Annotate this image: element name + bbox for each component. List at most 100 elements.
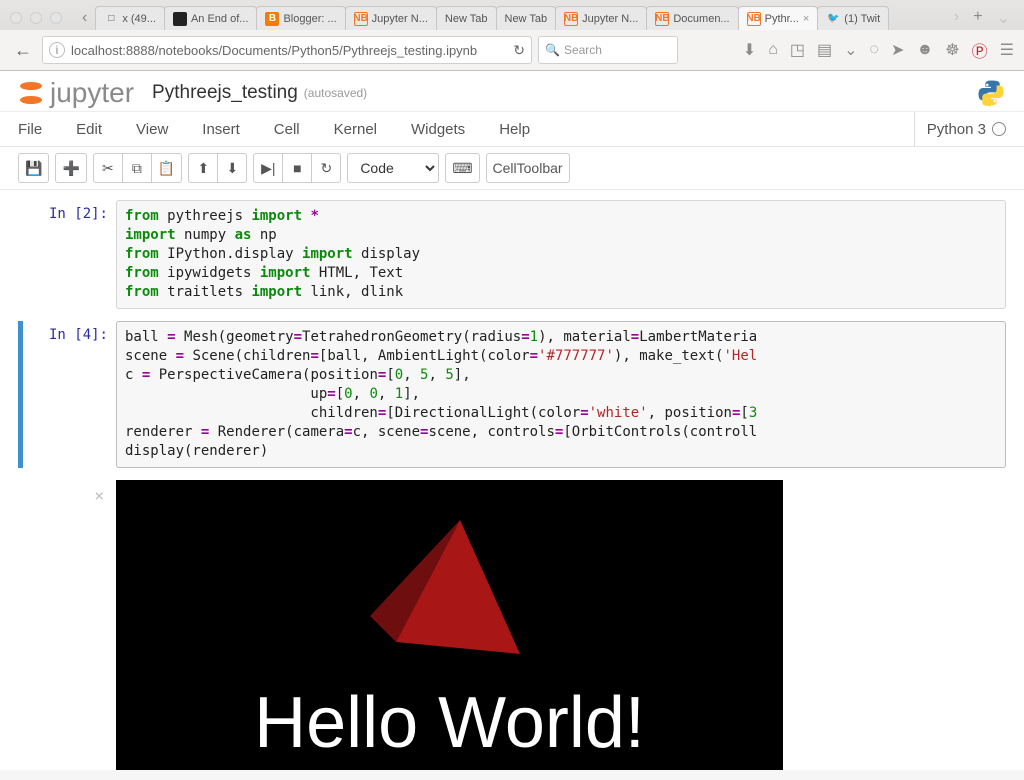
kernel-indicator[interactable]: Python 3 xyxy=(914,112,1006,146)
tab-overflow-icon[interactable]: ⌄ xyxy=(993,8,1014,28)
insert-cell-button[interactable]: ➕ xyxy=(55,153,86,183)
twitter-favicon-icon: 🐦 xyxy=(826,12,840,26)
move-down-button[interactable]: ⬇ xyxy=(217,153,247,183)
menu-help[interactable]: Help xyxy=(499,121,530,138)
tab-label: An End of... xyxy=(191,13,248,25)
back-button[interactable]: ← xyxy=(10,38,36,63)
tetrahedron-icon xyxy=(350,514,550,684)
run-button[interactable]: ▶| xyxy=(253,153,283,183)
chevron-right-icon[interactable]: › xyxy=(950,8,963,28)
jupyter-favicon-icon: NB xyxy=(564,12,578,26)
code-input[interactable]: ball = Mesh(geometry=TetrahedronGeometry… xyxy=(116,321,1006,468)
command-palette-button[interactable]: ⌨ xyxy=(445,153,479,183)
browser-tab[interactable]: 🐦 (1) Twit xyxy=(817,6,889,30)
jupyter-favicon-icon: NB xyxy=(354,12,368,26)
save-status: (autosaved) xyxy=(304,86,367,100)
browser-tab[interactable]: New Tab xyxy=(496,6,557,30)
copy-button[interactable]: ⧉ xyxy=(122,153,152,183)
window-traffic-lights[interactable] xyxy=(10,12,62,24)
notebook-title[interactable]: Pythreejs_testing xyxy=(152,82,298,104)
smiley-icon[interactable]: ☻ xyxy=(916,41,933,59)
code-cell[interactable]: In [4]:ball = Mesh(geometry=TetrahedronG… xyxy=(18,321,1006,468)
code-cell[interactable]: In [2]:from pythreejs import * import nu… xyxy=(18,200,1006,309)
new-tab-button[interactable]: + xyxy=(969,8,986,28)
tab-label: New Tab xyxy=(445,13,488,25)
save-button[interactable]: 💾 xyxy=(18,153,49,183)
jupyter-logo-icon xyxy=(18,80,44,106)
cell-prompt: In [4]: xyxy=(18,321,116,468)
menu-view[interactable]: View xyxy=(136,121,168,138)
browser-tab[interactable]: B Blogger: ... xyxy=(256,6,345,30)
search-placeholder: Search xyxy=(564,43,602,57)
menu-edit[interactable]: Edit xyxy=(76,121,102,138)
cell-toolbar-button[interactable]: CellToolbar xyxy=(486,153,570,183)
globe-icon[interactable]: ☸ xyxy=(945,40,959,60)
output-text: Hello World! xyxy=(116,682,783,764)
menu-insert[interactable]: Insert xyxy=(202,121,240,138)
browser-tab[interactable]: NB Jupyter N... xyxy=(345,6,437,30)
code-input[interactable]: from pythreejs import * import numpy as … xyxy=(116,200,1006,309)
tab-label: New Tab xyxy=(505,13,548,25)
browser-tab[interactable]: □ x (49... xyxy=(95,6,165,30)
menu-kernel[interactable]: Kernel xyxy=(334,121,377,138)
tab-label: (1) Twit xyxy=(844,13,880,25)
browser-tab[interactable]: NB Jupyter N... xyxy=(555,6,647,30)
tab-label: Jupyter N... xyxy=(582,13,638,25)
browser-tab[interactable]: An End of... xyxy=(164,6,257,30)
jupyter-page: jupyter Pythreejs_testing (autosaved) Fi… xyxy=(0,71,1024,770)
tab-label: Jupyter N... xyxy=(372,13,428,25)
site-info-icon[interactable]: i xyxy=(49,42,65,58)
threejs-canvas[interactable]: Hello World! xyxy=(116,480,783,770)
jupyter-favicon-icon: NB xyxy=(747,12,761,26)
restart-button[interactable]: ↻ xyxy=(311,153,341,183)
menu-widgets[interactable]: Widgets xyxy=(411,121,465,138)
browser-toolbar-icons: ⬇ ⌂ ◳ ▤ ⌄ ◌ ➤ ☻ ☸ Ⓟ ☰ xyxy=(743,38,1014,62)
browser-tabs: □ x (49... An End of... B Blogger: ... NB Jupy… xyxy=(95,6,950,30)
menu-file[interactable]: File xyxy=(18,121,42,138)
cut-button[interactable]: ✂ xyxy=(93,153,123,183)
jupyter-header: jupyter Pythreejs_testing (autosaved) xyxy=(0,71,1024,111)
browser-tab[interactable]: New Tab xyxy=(436,6,497,30)
kernel-name: Python 3 xyxy=(927,121,986,138)
pinterest-icon[interactable]: Ⓟ xyxy=(972,38,988,62)
close-output-icon[interactable]: × xyxy=(18,486,108,505)
stop-button[interactable]: ■ xyxy=(282,153,312,183)
jupyter-logo[interactable]: jupyter xyxy=(18,77,134,109)
move-up-button[interactable]: ⬆ xyxy=(188,153,218,183)
jupyter-menubar: FileEditViewInsertCellKernelWidgetsHelp … xyxy=(0,111,1024,147)
reader-icon[interactable]: ▤ xyxy=(817,40,832,60)
reload-icon[interactable]: ↻ xyxy=(513,42,525,59)
jupyter-favicon-icon: NB xyxy=(655,12,669,26)
tab-label: Pythr... xyxy=(765,13,799,25)
notebook-area: In [2]:from pythreejs import * import nu… xyxy=(0,190,1024,770)
python-logo-icon xyxy=(976,78,1006,108)
cell-output: × Hello World! xyxy=(18,480,1006,770)
search-icon: 🔍 xyxy=(545,43,560,57)
menu-icon[interactable]: ☰ xyxy=(1000,40,1014,60)
favicon-icon: □ xyxy=(104,12,118,26)
pocket-icon[interactable]: ⌄ xyxy=(844,40,857,60)
cell-prompt: In [2]: xyxy=(18,200,116,309)
browser-search-input[interactable]: 🔍 Search xyxy=(538,36,678,64)
home-icon[interactable]: ⌂ xyxy=(768,41,778,59)
send-icon[interactable]: ➤ xyxy=(891,40,904,60)
favicon-icon xyxy=(173,12,187,26)
shield-icon[interactable]: ◌ xyxy=(870,41,880,59)
download-icon[interactable]: ⬇ xyxy=(743,40,756,60)
tab-label: Documen... xyxy=(673,13,729,25)
kernel-status-icon xyxy=(992,122,1006,136)
chevron-left-icon[interactable]: ‹ xyxy=(78,9,91,27)
tab-label: x (49... xyxy=(122,13,156,25)
browser-tab[interactable]: NB Documen... xyxy=(646,6,738,30)
blogger-favicon-icon: B xyxy=(265,12,279,26)
browser-tab[interactable]: NB Pythr... × xyxy=(738,6,819,30)
menu-cell[interactable]: Cell xyxy=(274,121,300,138)
tab-strip-nav: ‹ xyxy=(78,9,91,27)
paste-button[interactable]: 📋 xyxy=(151,153,182,183)
address-bar[interactable]: i localhost:8888/notebooks/Documents/Pyt… xyxy=(42,36,532,64)
cell-type-select[interactable]: Code xyxy=(347,153,439,183)
jupyter-toolbar: 💾 ➕ ✂ ⧉ 📋 ⬆ ⬇ ▶| ■ ↻ Code ⌨ CellToolbar xyxy=(0,147,1024,190)
sidebar-icon[interactable]: ◳ xyxy=(790,40,805,60)
close-tab-icon[interactable]: × xyxy=(803,13,809,25)
tab-label: Blogger: ... xyxy=(283,13,336,25)
